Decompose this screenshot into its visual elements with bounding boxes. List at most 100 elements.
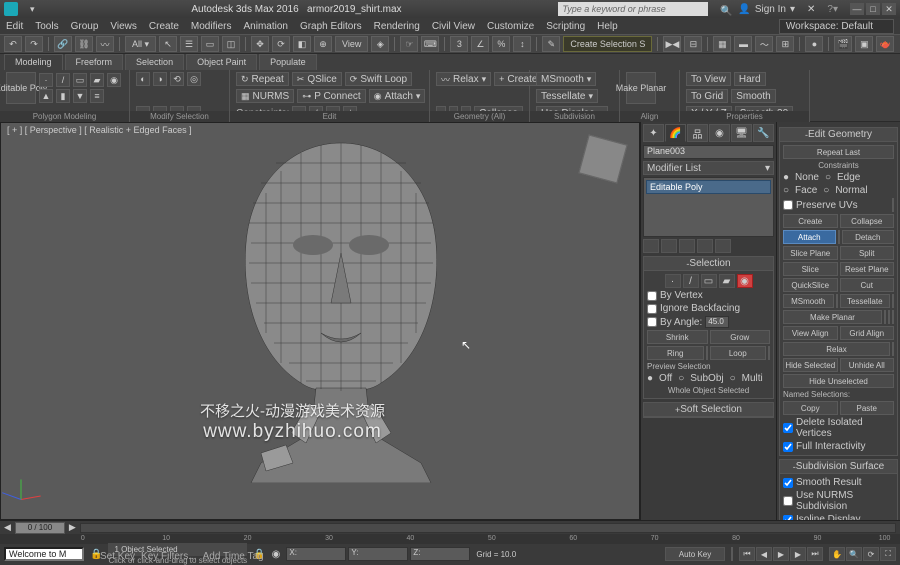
toggle-stack[interactable]: ≡ xyxy=(90,89,104,103)
remove-mod-button[interactable] xyxy=(697,239,713,253)
configure-sets-button[interactable] xyxy=(715,239,731,253)
attach-button-ribbon[interactable]: ◉ Attach ▾ xyxy=(369,89,426,103)
search-icon[interactable]: 🔍 xyxy=(720,6,726,12)
percent-snap-button[interactable]: % xyxy=(492,36,510,52)
key-filters-button[interactable]: Key Filters... xyxy=(141,551,197,562)
tessellate-button-ribbon[interactable]: Tessellate ▾ xyxy=(536,89,598,103)
viewcube[interactable] xyxy=(579,135,628,184)
tab-hierarchy[interactable]: 品 xyxy=(687,124,708,142)
ms-ring[interactable]: ◎ xyxy=(187,72,201,86)
coord-y[interactable]: Y: xyxy=(348,547,408,561)
ignore-backfacing-checkbox[interactable]: Ignore Backfacing xyxy=(647,303,770,314)
planar-y[interactable]: Y xyxy=(888,310,890,324)
next-mod[interactable]: ▼ xyxy=(73,89,87,103)
grow-button[interactable]: Grow xyxy=(710,330,771,344)
goto-end-button[interactable]: ⏭ xyxy=(807,547,823,561)
swift-loop-button[interactable]: ⟳ Swift Loop xyxy=(345,72,412,86)
sel-edge[interactable]: / xyxy=(683,274,699,288)
planar-z[interactable]: Z xyxy=(892,310,894,324)
repeat-last-button[interactable]: Repeat Last xyxy=(783,145,894,159)
viewport-perspective[interactable]: [ + ] [ Perspective ] [ Realistic + Edge… xyxy=(0,122,640,520)
menu-views[interactable]: Views xyxy=(110,21,137,32)
maximize-button[interactable]: □ xyxy=(866,3,880,15)
ribbon-tab-freeform[interactable]: Freeform xyxy=(65,54,124,70)
ribbon-tab-modeling[interactable]: Modeling xyxy=(4,54,63,70)
tab-utilities[interactable]: 🔧 xyxy=(753,124,774,142)
undo-button[interactable]: ↶ xyxy=(4,36,22,52)
menu-graph-editors[interactable]: Graph Editors xyxy=(300,21,362,32)
render-setup-button[interactable]: 🎬 xyxy=(834,36,852,52)
rollout-soft-selection-header[interactable]: + Soft Selection xyxy=(644,403,773,417)
move-button[interactable]: ✥ xyxy=(251,36,269,52)
so-element[interactable]: ◉ xyxy=(107,73,121,87)
angle-snap-button[interactable]: ∠ xyxy=(471,36,489,52)
render-frame-button[interactable]: ▣ xyxy=(855,36,873,52)
help-icon[interactable]: ?▾ xyxy=(827,4,838,15)
rollout-edit-geometry-header[interactable]: - Edit Geometry xyxy=(780,128,897,142)
make-planar-button[interactable]: Make Planar xyxy=(783,310,882,324)
paste-sel-button[interactable]: Paste xyxy=(840,401,895,415)
scale-button[interactable]: ◧ xyxy=(293,36,311,52)
preview-multi[interactable]: Multi xyxy=(742,373,763,384)
tessellate-button[interactable]: Tessellate xyxy=(840,294,891,308)
curve-editor-button[interactable]: 〜 xyxy=(755,36,773,52)
select-by-name-button[interactable]: ☰ xyxy=(180,36,198,52)
sign-in-button[interactable]: 👤Sign In▾ xyxy=(738,4,795,15)
detach-button[interactable]: Detach xyxy=(842,230,895,244)
hide-unselected-button[interactable]: Hide Unselected xyxy=(783,374,894,388)
ribbon-tab-selection[interactable]: Selection xyxy=(125,54,184,70)
select-object-button[interactable]: ↖ xyxy=(159,36,177,52)
make-unique-button[interactable] xyxy=(679,239,695,253)
loop-button[interactable]: Loop xyxy=(710,346,767,360)
slice-plane-button[interactable]: Slice Plane xyxy=(783,246,838,260)
redo-button[interactable]: ↷ xyxy=(25,36,43,52)
use-nurms-checkbox[interactable]: Use NURMS Subdivision xyxy=(783,490,894,512)
preview-subobj[interactable]: SubObj xyxy=(690,373,723,384)
by-angle-checkbox[interactable] xyxy=(647,317,657,327)
tab-display[interactable]: 🖥 xyxy=(731,124,752,142)
menu-scripting[interactable]: Scripting xyxy=(546,21,585,32)
relax-button-ribbon[interactable]: 〰 Relax ▾ xyxy=(436,72,491,86)
time-slider-handle[interactable]: 0 / 100 xyxy=(15,522,65,534)
quickslice-button[interactable]: QuickSlice xyxy=(783,278,838,292)
copy-sel-button[interactable]: Copy xyxy=(783,401,838,415)
prev-frame-button[interactable]: ◀ xyxy=(756,547,772,561)
schematic-view-button[interactable]: ⊞ xyxy=(776,36,794,52)
sel-vertex[interactable]: · xyxy=(665,274,681,288)
make-planar-big[interactable]: Make Planar xyxy=(626,72,656,104)
set-key-button[interactable]: Set Key xyxy=(100,551,135,562)
view-align-button[interactable]: View Align xyxy=(783,326,838,340)
relax-button[interactable]: Relax xyxy=(783,342,890,356)
coord-z[interactable]: Z: xyxy=(410,547,470,561)
viewport-nav-orbit[interactable]: ⟳ xyxy=(863,547,879,561)
minimize-button[interactable]: — xyxy=(850,3,864,15)
viewport-nav-zoom[interactable]: 🔍 xyxy=(846,547,862,561)
pconnect-button[interactable]: ⊶ P Connect xyxy=(297,89,366,103)
menu-civil-view[interactable]: Civil View xyxy=(432,21,475,32)
selection-lock-icon[interactable]: ◉ xyxy=(272,549,281,560)
split-button[interactable]: Split xyxy=(840,246,895,260)
menu-edit[interactable]: Edit xyxy=(6,21,23,32)
reset-plane-button[interactable]: Reset Plane xyxy=(840,262,895,276)
collapse-button[interactable]: Collapse xyxy=(840,214,895,228)
nurms-button[interactable]: ▦ NURMS xyxy=(236,89,294,103)
menu-rendering[interactable]: Rendering xyxy=(374,21,420,32)
full-interactivity-checkbox[interactable]: Full Interactivity xyxy=(783,441,894,452)
menu-group[interactable]: Group xyxy=(71,21,99,32)
repeat-button[interactable]: ↻ Repeat xyxy=(236,72,289,86)
spinner-snap-button[interactable]: ↕ xyxy=(513,36,531,52)
delete-iso-checkbox[interactable]: Delete Isolated Vertices xyxy=(783,417,894,439)
ribbon-toggle-button[interactable]: ▬ xyxy=(734,36,752,52)
workspace-selector[interactable]: Workspace: Default xyxy=(779,19,894,34)
prev-mod[interactable]: ▲ xyxy=(39,89,53,103)
show-end[interactable]: ▮ xyxy=(56,89,70,103)
sel-element[interactable]: ◉ xyxy=(737,274,753,288)
show-end-result-button[interactable] xyxy=(661,239,677,253)
menu-create[interactable]: Create xyxy=(149,21,179,32)
layer-manager-button[interactable]: ▦ xyxy=(713,36,731,52)
ms-loop[interactable]: ⟲ xyxy=(170,72,184,86)
planar-x[interactable]: X xyxy=(884,310,886,324)
goto-start-button[interactable]: ⏮ xyxy=(739,547,755,561)
so-poly[interactable]: ▰ xyxy=(90,73,104,87)
menu-customize[interactable]: Customize xyxy=(487,21,534,32)
